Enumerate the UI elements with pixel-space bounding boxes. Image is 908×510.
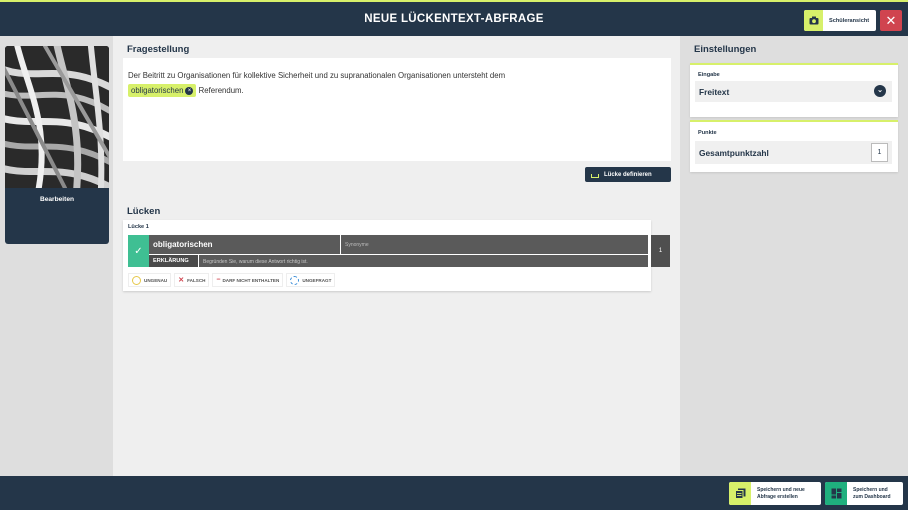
question-image: [5, 46, 109, 210]
gap-card: Lücke 1 ✓ obligatorischen Synonyme ERKLÄ…: [123, 220, 651, 291]
unasked-icon: [290, 275, 300, 285]
image-card[interactable]: Bearbeiten: [5, 46, 109, 244]
question-section-title: Fragestellung: [127, 44, 190, 55]
define-gap-button[interactable]: Lücke definieren: [585, 167, 671, 182]
option-ungefragt[interactable]: UNGEFRAGT: [286, 273, 336, 287]
option-label: UNGENAU: [144, 277, 168, 283]
save-and-dashboard-line2: zum Dashboard: [853, 493, 891, 500]
input-type-select[interactable]: Freitext ⌄: [695, 81, 892, 102]
option-label: DARF NICHT ENTHALTEN: [222, 277, 280, 283]
save-and-dashboard-line1: Speichern und: [853, 487, 888, 493]
input-type-label: Eingabe: [698, 72, 720, 78]
gaps-section-title: Lücken: [127, 206, 161, 217]
input-type-card: Eingabe Freitext ⌄: [690, 63, 898, 117]
underscore-icon: [591, 173, 599, 178]
total-points-input[interactable]: 1: [871, 143, 888, 162]
question-text[interactable]: Der Beitritt zu Organisationen für kolle…: [128, 68, 528, 98]
option-label: UNGEFRAGT: [302, 277, 332, 283]
save-and-new-line2: Abfrage erstellen: [757, 493, 798, 500]
explanation-field[interactable]: Begründen Sie, warum diese Antwort richt…: [199, 255, 648, 267]
close-icon: ✕: [885, 13, 897, 28]
option-label: FALSCH: [187, 277, 206, 283]
left-panel: Bearbeiten: [0, 36, 113, 476]
approx-icon: [132, 275, 141, 285]
copy-icon: [729, 482, 751, 505]
remove-gap-icon[interactable]: ×: [185, 86, 194, 95]
answer-field[interactable]: obligatorischen: [149, 235, 340, 254]
page-title: NEUE LÜCKENTEXT-ABFRAGE: [364, 13, 544, 25]
question-editor[interactable]: Der Beitritt zu Organisationen für kolle…: [123, 58, 671, 161]
gap-chip[interactable]: obligatorischen ×: [128, 84, 197, 97]
save-and-dashboard-button[interactable]: Speichern und zum Dashboard: [825, 482, 903, 505]
points-label: Punkte: [698, 130, 717, 136]
edit-image-label: Bearbeiten: [39, 196, 75, 203]
camera-icon: [804, 10, 823, 31]
student-view-button[interactable]: Schüleransicht: [804, 10, 876, 31]
settings-panel: Einstellungen Eingabe Freitext ⌄ Punkte …: [680, 36, 908, 476]
points-card: Punkte Gesamtpunktzahl 1: [690, 120, 898, 172]
main-content: Fragestellung Der Beitritt zu Organisati…: [113, 36, 680, 476]
input-type-value: Freitext: [699, 86, 730, 97]
option-darf-nicht-enthalten[interactable]: --- DARF NICHT ENTHALTEN: [212, 273, 284, 287]
chevron-down-icon: ⌄: [874, 85, 886, 97]
save-and-dashboard-label: Speichern und zum Dashboard: [847, 487, 891, 500]
question-text-part2: Referendum.: [198, 86, 244, 95]
total-points-label: Gesamtpunktzahl: [699, 147, 769, 158]
student-view-label: Schüleransicht: [829, 17, 870, 24]
top-bar: NEUE LÜCKENTEXT-ABFRAGE Schüleransicht ✕: [0, 0, 908, 36]
gap-answer-row: ✓ obligatorischen Synonyme ERKLÄRUNG Beg…: [128, 235, 648, 267]
dashboard-icon: [825, 482, 847, 505]
save-and-new-line1: Speichern und neue: [757, 487, 805, 493]
explanation-label: ERKLÄRUNG: [149, 255, 198, 267]
option-falsch[interactable]: ✕ FALSCH: [174, 273, 210, 287]
check-icon[interactable]: ✓: [128, 235, 149, 267]
gap-number-badge[interactable]: 1: [651, 235, 670, 267]
answer-options: UNGENAU ✕ FALSCH --- DARF NICHT ENTHALTE…: [128, 273, 336, 287]
gap-card-title: Lücke 1: [128, 224, 149, 230]
total-points-row: Gesamtpunktzahl 1: [695, 141, 892, 164]
define-gap-label: Lücke definieren: [604, 171, 652, 178]
synonyms-field[interactable]: Synonyme: [341, 235, 648, 254]
excluded-icon: ---: [216, 277, 220, 283]
question-text-part1: Der Beitritt zu Organisationen für kolle…: [128, 71, 506, 80]
wrong-icon: ✕: [178, 277, 185, 284]
save-and-new-button[interactable]: Speichern und neue Abfrage erstellen: [729, 482, 821, 505]
gap-chip-word: obligatorischen: [131, 86, 184, 95]
close-button[interactable]: ✕: [880, 10, 902, 31]
option-ungenau[interactable]: UNGENAU: [128, 273, 172, 287]
bottom-bar: Speichern und neue Abfrage erstellen Spe…: [0, 476, 908, 510]
save-and-new-label: Speichern und neue Abfrage erstellen: [751, 487, 805, 500]
settings-section-title: Einstellungen: [694, 44, 757, 55]
